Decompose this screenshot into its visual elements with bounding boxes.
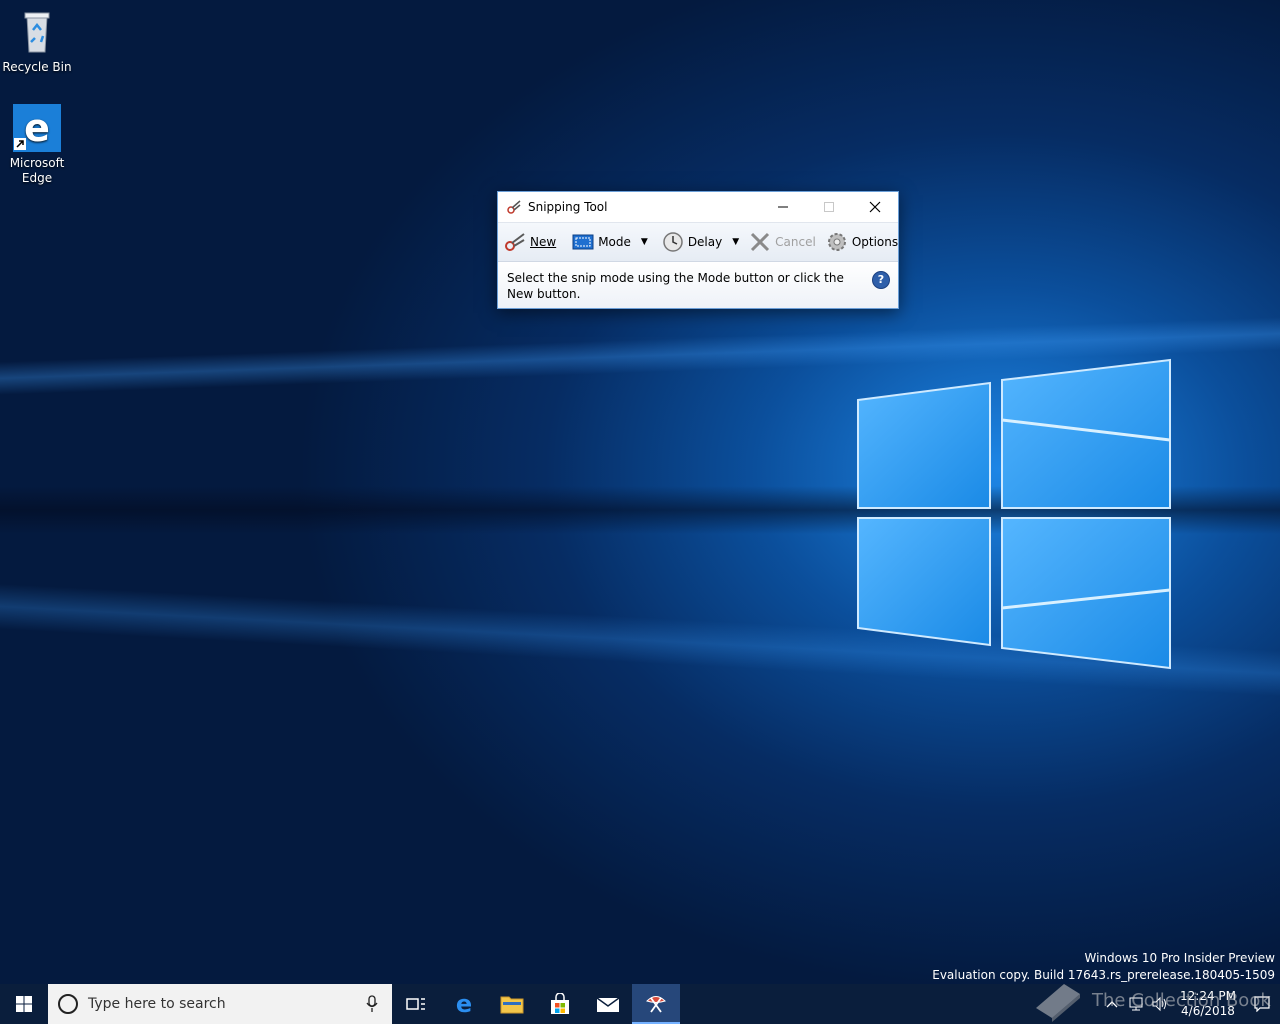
notification-icon [1254, 996, 1270, 1012]
options-label: Options [851, 235, 899, 249]
taskbar-edge-button[interactable]: e [440, 984, 488, 1024]
clock[interactable]: 12:24 PM 4/6/2018 [1180, 989, 1236, 1019]
cancel-x-icon [751, 232, 770, 252]
desktop-icon-microsoft-edge[interactable]: e Microsoft Edge [2, 104, 72, 186]
desktop-icon-label: Recycle Bin [2, 60, 72, 74]
delay-dropdown-arrow-icon[interactable]: ▼ [732, 237, 739, 247]
taskbar-snipping-tool-button[interactable] [632, 984, 680, 1024]
system-tray: 12:24 PM 4/6/2018 [1100, 984, 1280, 1024]
delay-label: Delay [687, 235, 723, 249]
svg-text:e: e [456, 992, 472, 1016]
search-box[interactable]: Type here to search [48, 984, 392, 1024]
taskbar: Type here to search e 12:24 PM 4/6/2018 [0, 984, 1280, 1024]
wallpaper-light-beam [0, 560, 1280, 720]
cancel-label: Cancel [775, 235, 816, 249]
watermark-edition: Windows 10 Pro Insider Preview [1084, 951, 1275, 965]
mode-button[interactable]: Mode ▼ [569, 227, 651, 257]
instruction-text: Select the snip mode using the Mode butt… [507, 271, 844, 301]
taskbar-file-explorer-button[interactable] [488, 984, 536, 1024]
volume-button[interactable] [1148, 984, 1172, 1024]
clock-icon [663, 232, 683, 252]
taskbar-mail-button[interactable] [584, 984, 632, 1024]
new-button[interactable]: New [501, 227, 559, 257]
edge-icon: e [13, 104, 61, 152]
windows-logo-wallpaper [857, 358, 1171, 670]
start-button[interactable] [0, 984, 48, 1024]
speaker-icon [1152, 996, 1166, 1012]
snipping-tool-window[interactable]: Snipping Tool New Mode ▼ Delay ▼ Cancel … [497, 191, 899, 309]
title-bar[interactable]: Snipping Tool [498, 192, 898, 222]
store-bag-icon [551, 993, 569, 1014]
recycle-bin-icon [13, 8, 61, 56]
delay-button[interactable]: Delay ▼ [659, 227, 742, 257]
clock-time: 12:24 PM [1180, 989, 1236, 1003]
task-view-icon [406, 998, 425, 1010]
minimize-icon [778, 206, 788, 208]
message-area: Select the snip mode using the Mode butt… [498, 262, 898, 308]
help-icon[interactable]: ? [872, 271, 890, 289]
toolbar: New Mode ▼ Delay ▼ Cancel Options [498, 222, 898, 262]
new-label: New [530, 235, 557, 249]
microphone-icon[interactable] [352, 995, 392, 1013]
mode-label: Mode [598, 235, 631, 249]
wallpaper-shadow-band [0, 470, 1280, 550]
edge-icon: e [456, 992, 472, 1016]
snipping-tool-icon [506, 199, 522, 215]
cortana-icon [58, 994, 78, 1014]
task-view-button[interactable] [392, 984, 440, 1024]
folder-icon [500, 996, 524, 1014]
build-watermark: Windows 10 Pro Insider Preview Evaluatio… [932, 950, 1275, 984]
cancel-button[interactable]: Cancel [746, 227, 819, 257]
snipping-tool-icon [646, 996, 666, 1013]
clock-date: 4/6/2018 [1181, 1004, 1235, 1018]
taskbar-store-button[interactable] [536, 984, 584, 1024]
svg-text:e: e [24, 106, 50, 150]
window-title: Snipping Tool [528, 200, 608, 214]
show-hidden-icons-button[interactable] [1100, 984, 1124, 1024]
network-button[interactable] [1124, 984, 1148, 1024]
mail-icon [596, 997, 620, 1012]
close-icon [869, 201, 881, 213]
wallpaper-light-beam [0, 296, 1280, 416]
chevron-up-icon [1106, 1001, 1118, 1008]
action-center-button[interactable] [1244, 984, 1280, 1024]
scissors-icon [505, 233, 525, 251]
watermark-build: Evaluation copy. Build 17643.rs_prerelea… [932, 968, 1275, 982]
desktop-icon-recycle-bin[interactable]: Recycle Bin [2, 8, 72, 75]
maximize-button[interactable] [806, 192, 852, 222]
minimize-button[interactable] [760, 192, 806, 222]
options-button[interactable]: Options [823, 227, 901, 257]
windows-start-icon [16, 996, 32, 1012]
rectangle-snip-icon [572, 234, 594, 250]
search-placeholder: Type here to search [88, 996, 226, 1012]
desktop-icon-label: Microsoft Edge [9, 156, 65, 185]
gear-icon [827, 233, 846, 251]
close-button[interactable] [852, 192, 898, 222]
maximize-icon [824, 202, 834, 212]
network-icon [1129, 997, 1143, 1011]
mode-dropdown-arrow-icon[interactable]: ▼ [641, 237, 648, 247]
